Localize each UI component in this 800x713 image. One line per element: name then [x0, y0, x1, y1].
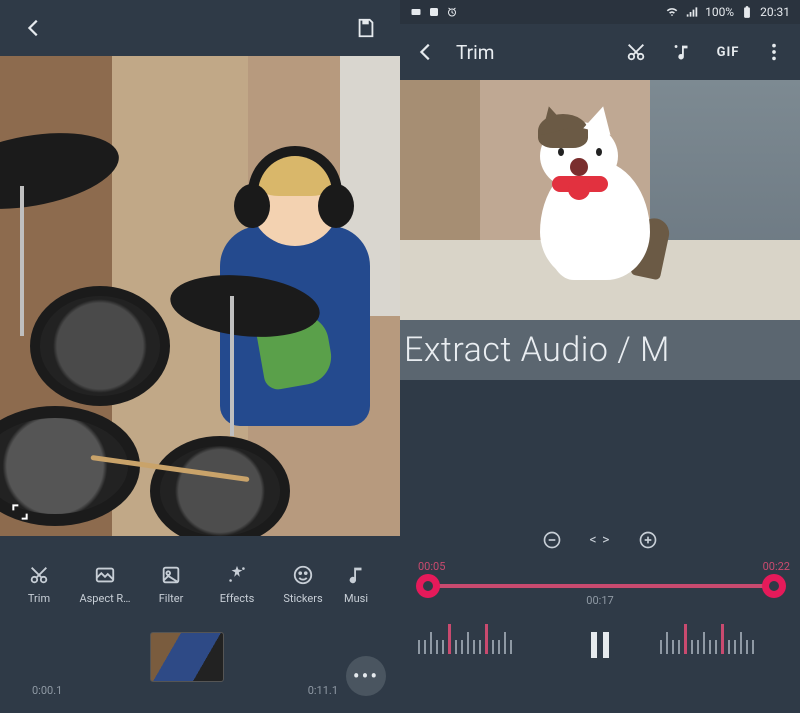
video-preview[interactable] — [400, 80, 800, 320]
gif-button[interactable]: GIF — [708, 32, 748, 72]
trim-duration-label: 00:17 — [586, 594, 613, 607]
clock-text: 20:31 — [760, 5, 790, 19]
top-bar — [0, 0, 400, 56]
clip-thumbnail[interactable] — [150, 632, 224, 682]
more-button[interactable]: ••• — [346, 656, 386, 696]
top-bar: Trim GIF — [400, 24, 800, 80]
timeline-end: 0:11.1 — [308, 684, 338, 697]
trim-screen: 100% 20:31 Trim GIF — [400, 0, 800, 713]
notif-play-icon — [428, 6, 440, 18]
tool-filter[interactable]: Filter — [138, 564, 204, 605]
battery-text: 100% — [705, 5, 734, 19]
battery-icon — [740, 5, 754, 19]
overflow-button[interactable] — [754, 32, 794, 72]
tool-trim[interactable]: Trim — [6, 564, 72, 605]
signal-icon — [685, 5, 699, 19]
zoom-in-button[interactable] — [638, 530, 658, 550]
tool-label: Filter — [159, 592, 184, 605]
trim-slider[interactable]: 00:05 00:22 00:17 — [400, 560, 800, 610]
timeline-start: 0:00.1 — [32, 684, 62, 697]
trim-end-handle[interactable] — [762, 574, 786, 598]
snap-button[interactable]: < > — [590, 532, 611, 548]
notif-alarm-icon — [446, 6, 458, 18]
zoom-out-button[interactable] — [542, 530, 562, 550]
back-button[interactable] — [14, 8, 54, 48]
notif-mail-icon — [410, 6, 422, 18]
tool-label: Musi — [344, 592, 368, 605]
tool-label: Stickers — [283, 592, 322, 605]
tool-aspect-ratio[interactable]: Aspect R… — [72, 564, 138, 605]
timeline[interactable]: 0:00.1 0:11.1 ••• — [0, 626, 400, 713]
zoom-controls: < > — [400, 520, 800, 560]
video-preview[interactable] — [0, 56, 400, 536]
caption-strip: Extract Audio / M — [400, 320, 800, 380]
trim-start-label: 00:05 — [418, 560, 445, 573]
wifi-icon — [665, 5, 679, 19]
tool-label: Aspect R… — [79, 592, 130, 605]
tool-stickers[interactable]: Stickers — [270, 564, 336, 605]
tool-label: Trim — [28, 592, 50, 605]
trim-start-handle[interactable] — [416, 574, 440, 598]
fullscreen-icon[interactable] — [10, 502, 30, 526]
tool-music[interactable]: Musi — [336, 564, 376, 605]
save-button[interactable] — [346, 8, 386, 48]
back-button[interactable] — [406, 32, 446, 72]
cut-button[interactable] — [616, 32, 656, 72]
trim-end-label: 00:22 — [763, 560, 790, 573]
tool-label: Effects — [220, 592, 255, 605]
playback-row — [400, 610, 800, 680]
add-music-button[interactable] — [662, 32, 702, 72]
ruler-right[interactable] — [660, 620, 790, 654]
status-bar: 100% 20:31 — [400, 0, 800, 24]
caption-text: Extract Audio / M — [404, 330, 670, 370]
editor-screen: Trim Aspect R… Filter Effects Stickers M… — [0, 0, 400, 713]
tool-effects[interactable]: Effects — [204, 564, 270, 605]
ruler-left[interactable] — [418, 620, 548, 654]
screen-title: Trim — [456, 41, 610, 64]
pause-button[interactable] — [582, 627, 618, 663]
tool-bar: Trim Aspect R… Filter Effects Stickers M… — [0, 536, 400, 626]
